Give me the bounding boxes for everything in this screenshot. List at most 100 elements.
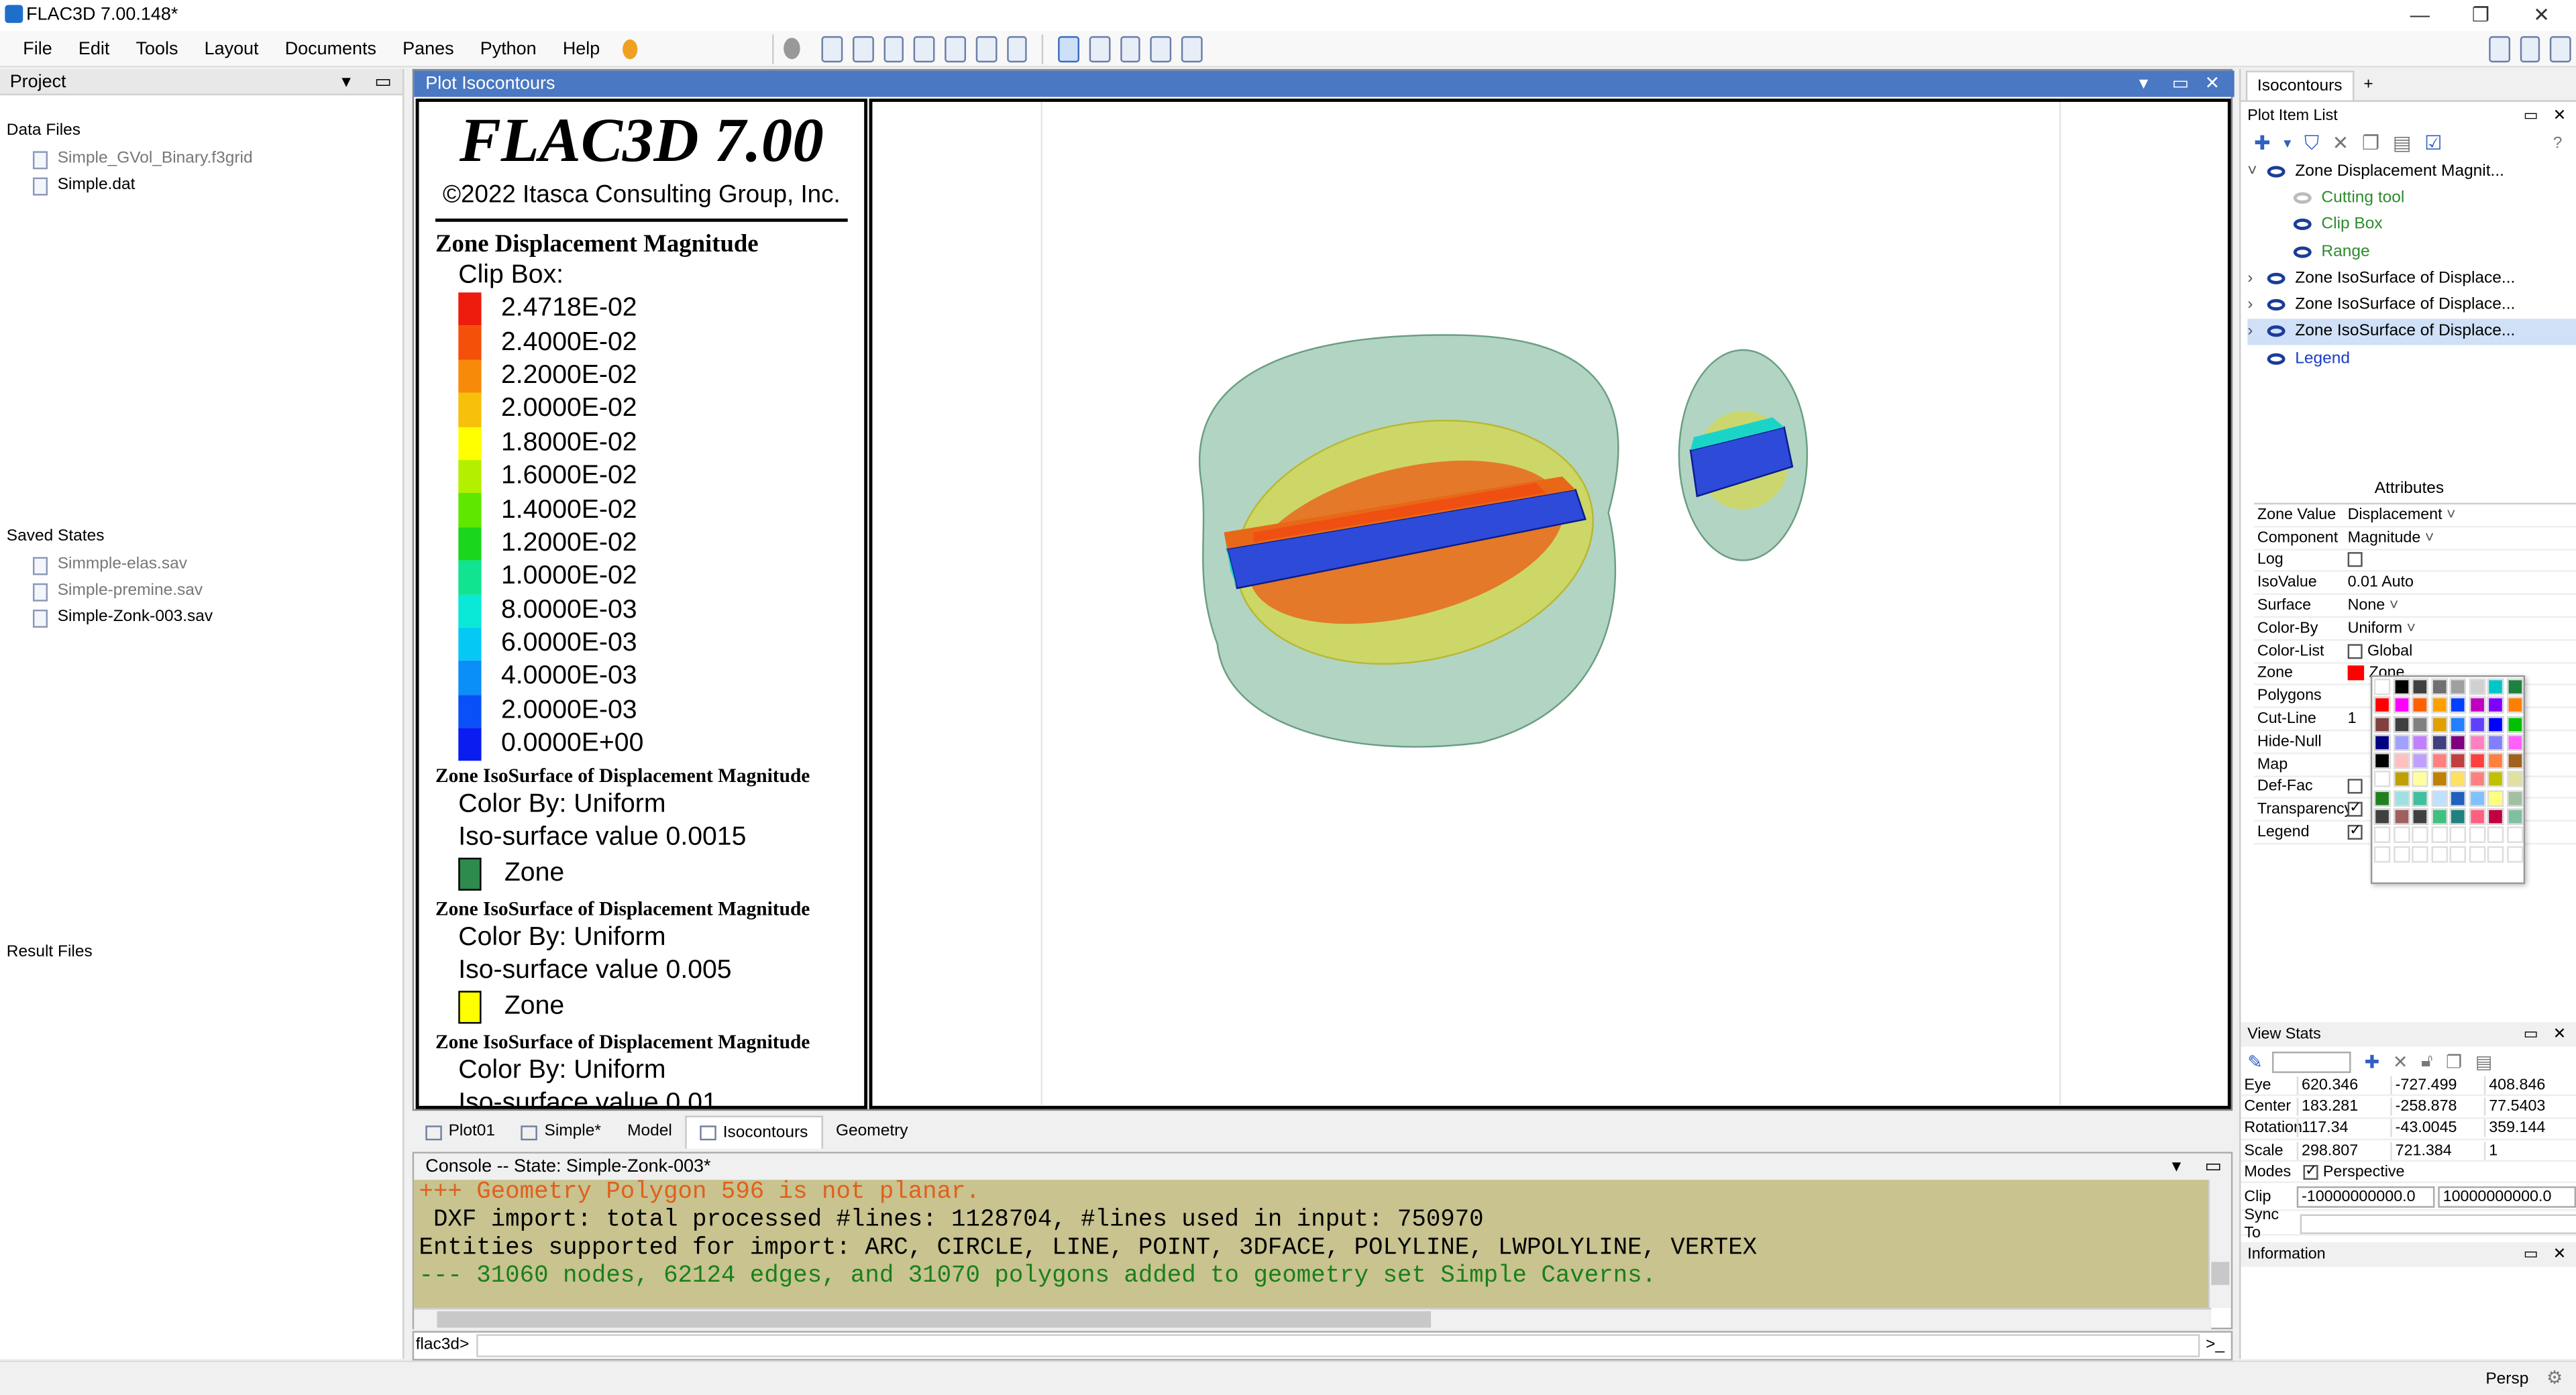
check-icon[interactable] <box>1006 35 1028 62</box>
zone-color-swatch[interactable] <box>2347 666 2365 681</box>
palette-color-swatch[interactable] <box>2412 697 2428 714</box>
view-stat-value[interactable]: 620.346 <box>2296 1075 2391 1094</box>
settings-gear-icon[interactable]: ⚙ <box>2546 1367 2563 1388</box>
add-item-icon[interactable]: ✚ <box>2254 131 2271 154</box>
help-icon[interactable]: ? <box>2553 134 2563 152</box>
palette-color-swatch[interactable] <box>2449 845 2466 862</box>
view-tool-icon[interactable]: ✎ <box>2247 1051 2263 1072</box>
plot-item[interactable]: › Zone IsoSurface of Displace... <box>2247 318 2576 345</box>
palette-color-swatch[interactable] <box>2506 827 2523 844</box>
record-icon[interactable] <box>784 38 800 60</box>
view-stat-value[interactable]: -258.878 <box>2390 1097 2484 1116</box>
pane-icon[interactable] <box>914 35 935 62</box>
console-menu-icon[interactable]: ▾ <box>2172 1154 2182 1180</box>
palette-color-swatch[interactable] <box>2373 678 2391 695</box>
console-output[interactable]: +++ Geometry Polygon 596 is not planar. … <box>414 1180 2212 1308</box>
palette-color-swatch[interactable] <box>2412 734 2428 751</box>
palette-color-swatch[interactable] <box>2412 752 2428 770</box>
expander-icon[interactable]: › <box>2247 296 2267 314</box>
export-icon[interactable] <box>975 35 997 62</box>
layout-right-icon[interactable] <box>2519 35 2540 62</box>
palette-color-swatch[interactable] <box>2487 678 2504 695</box>
palette-color-swatch[interactable] <box>2487 789 2504 807</box>
axes-tool-icon[interactable] <box>1181 35 1203 62</box>
console-vertical-scrollbar[interactable] <box>2208 1180 2231 1308</box>
palette-color-swatch[interactable] <box>2373 845 2391 862</box>
tab-isocontours[interactable]: Isocontours <box>685 1115 823 1149</box>
view-stat-value[interactable]: 117.34 <box>2296 1119 2391 1137</box>
attribute-value[interactable]: Uniform ˅ <box>2345 619 2576 637</box>
tab-simple[interactable]: Simple* <box>508 1116 614 1149</box>
palette-color-swatch[interactable] <box>2392 771 2410 788</box>
palette-color-swatch[interactable] <box>2412 678 2428 695</box>
menu-panes[interactable]: Panes <box>399 36 457 62</box>
execute-icon[interactable]: >_ <box>2206 1333 2224 1359</box>
tab-geometry[interactable]: Geometry <box>822 1116 921 1149</box>
palette-color-swatch[interactable] <box>2373 716 2391 732</box>
saved-state-item[interactable]: Simmple-elas.sav <box>0 552 402 578</box>
palette-color-swatch[interactable] <box>2430 808 2447 826</box>
attribute-checkbox[interactable] <box>2347 779 2363 795</box>
attribute-value[interactable]: None ˅ <box>2345 597 2576 615</box>
palette-color-swatch[interactable] <box>2506 771 2523 788</box>
plot-item[interactable]: Range <box>2247 238 2576 265</box>
expander-icon[interactable]: ˅ <box>2247 162 2267 180</box>
data-file-item[interactable]: Simple_GVol_Binary.f3grid <box>0 146 402 172</box>
palette-color-swatch[interactable] <box>2373 808 2391 826</box>
palette-color-swatch[interactable] <box>2449 771 2466 788</box>
attribute-checkbox[interactable] <box>2347 824 2363 840</box>
palette-color-swatch[interactable] <box>2373 827 2391 844</box>
palette-color-swatch[interactable] <box>2449 716 2466 732</box>
palette-color-swatch[interactable] <box>2449 734 2466 751</box>
attribute-checkbox[interactable] <box>2347 553 2363 568</box>
palette-color-swatch[interactable] <box>2449 678 2466 695</box>
palette-color-swatch[interactable] <box>2430 734 2447 751</box>
palette-color-swatch[interactable] <box>2487 827 2504 844</box>
palette-color-swatch[interactable] <box>2506 734 2523 751</box>
palette-color-swatch[interactable] <box>2487 752 2504 770</box>
palette-color-swatch[interactable] <box>2430 845 2447 862</box>
menu-documents[interactable]: Documents <box>282 36 380 62</box>
plot-item[interactable]: Cutting tool <box>2247 184 2576 211</box>
palette-color-swatch[interactable] <box>2468 827 2485 844</box>
palette-color-swatch[interactable] <box>2487 716 2504 732</box>
palette-color-swatch[interactable] <box>2449 808 2466 826</box>
delete-view-icon[interactable]: ✕ <box>2393 1051 2408 1072</box>
view-stat-value[interactable]: 298.807 <box>2296 1141 2391 1160</box>
plot-close-icon[interactable]: ✕ <box>2205 70 2220 97</box>
paste-icon[interactable]: ▤ <box>2393 131 2412 154</box>
palette-color-swatch[interactable] <box>2449 789 2466 807</box>
menu-edit[interactable]: Edit <box>75 36 113 62</box>
data-file-item[interactable]: Simple.dat <box>0 172 402 199</box>
saved-state-item[interactable]: Simple-premine.sav <box>0 578 402 604</box>
dropdown-icon[interactable]: ˅ <box>2385 597 2399 615</box>
palette-color-swatch[interactable] <box>2430 789 2447 807</box>
eye-icon[interactable] <box>2267 353 2286 365</box>
view-stat-value[interactable]: -43.0045 <box>2390 1119 2484 1137</box>
layout-single-icon[interactable] <box>821 35 843 62</box>
attribute-value[interactable]: Displacement ˅ <box>2345 506 2576 524</box>
copy-icon[interactable]: ❐ <box>2362 131 2379 154</box>
saved-states-section[interactable]: Saved States <box>0 527 402 545</box>
view-stats-close-icon[interactable]: ✕ <box>2553 1022 2567 1047</box>
eye-icon[interactable] <box>2293 245 2312 258</box>
console-float-icon[interactable]: ▭ <box>2205 1154 2222 1180</box>
palette-color-swatch[interactable] <box>2412 716 2428 732</box>
add-view-icon[interactable]: ✚ <box>2365 1051 2380 1072</box>
select-tool-icon[interactable] <box>1058 35 1079 62</box>
model-render[interactable] <box>872 101 2231 1109</box>
palette-color-swatch[interactable] <box>2373 734 2391 751</box>
palette-color-swatch[interactable] <box>2392 678 2410 695</box>
view-stat-value[interactable]: 408.846 <box>2483 1075 2576 1094</box>
console-horizontal-scrollbar[interactable] <box>414 1308 2212 1330</box>
eye-icon[interactable] <box>2293 192 2312 204</box>
palette-color-swatch[interactable] <box>2412 808 2428 826</box>
print-icon[interactable] <box>945 35 966 62</box>
palette-color-swatch[interactable] <box>2392 734 2410 751</box>
palette-color-swatch[interactable] <box>2412 771 2428 788</box>
palette-color-swatch[interactable] <box>2430 716 2447 732</box>
palette-color-swatch[interactable] <box>2392 827 2410 844</box>
view-stat-value[interactable]: 183.281 <box>2296 1097 2391 1116</box>
information-float-icon[interactable]: ▭ <box>2524 1242 2538 1267</box>
restore-button[interactable]: ❐ <box>2456 3 2505 26</box>
